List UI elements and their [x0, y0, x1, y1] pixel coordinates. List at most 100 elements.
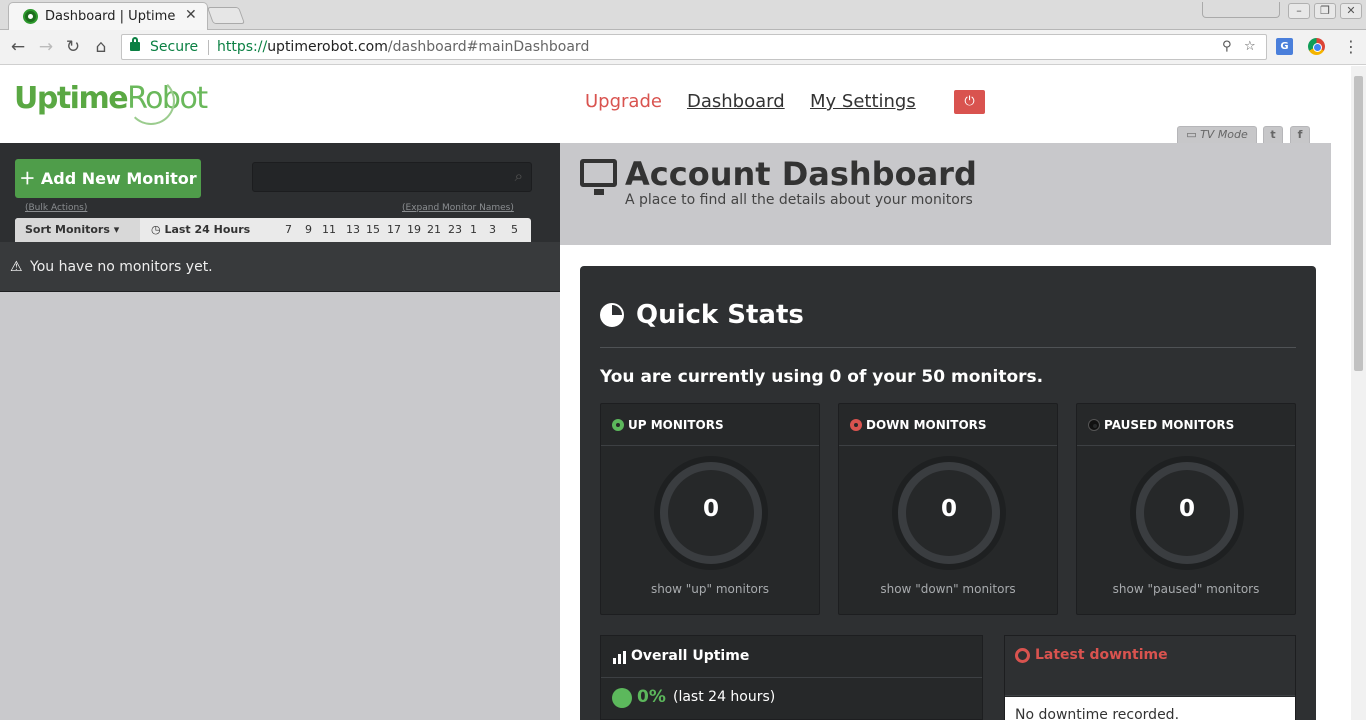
page-title: Account Dashboard	[625, 155, 977, 193]
nav-my-settings[interactable]: My Settings	[810, 91, 916, 112]
usage-text: You are currently using 0 of your 50 mon…	[600, 367, 1044, 387]
latest-downtime-body: No downtime recorded.	[1005, 697, 1295, 720]
up-status-icon	[612, 419, 624, 431]
hour-label: 15	[366, 223, 380, 236]
bookmark-star-icon[interactable]: ☆	[1244, 39, 1256, 54]
time-range-label: ◷ Last 24 Hours	[151, 218, 250, 242]
caret-down-icon: ▾	[113, 223, 120, 236]
pie-chart-icon	[600, 303, 624, 327]
hour-label: 1	[470, 223, 477, 236]
monitor-sidebar: ＋ Add New Monitor ⌕ (Bulk Actions) (Expa…	[0, 143, 560, 720]
facebook-icon: f	[1297, 128, 1303, 141]
translate-extension-icon[interactable]: G	[1276, 38, 1293, 55]
url-text[interactable]: https://uptimerobot.com/dashboard#mainDa…	[217, 39, 589, 55]
down-monitors-card: DOWN MONITORS 0 show "down" monitors	[838, 403, 1058, 615]
hour-label: 17	[387, 223, 401, 236]
scrollbar-thumb[interactable]	[1354, 76, 1363, 371]
new-tab-button[interactable]	[206, 7, 246, 24]
url-host: uptimerobot.com	[267, 39, 388, 55]
show-paused-monitors-link[interactable]: show "paused" monitors	[1077, 582, 1295, 596]
clock-icon: ◷	[151, 223, 165, 236]
profile-area[interactable]	[1202, 2, 1280, 18]
empty-message: You have no monitors yet.	[30, 259, 213, 275]
down-status-icon	[850, 419, 862, 431]
show-up-monitors-link[interactable]: show "up" monitors	[601, 582, 819, 596]
chrome-extension-icon[interactable]	[1308, 38, 1325, 55]
plus-icon: ＋	[19, 169, 41, 188]
facebook-button[interactable]: f	[1290, 126, 1310, 143]
up-monitors-card: UP MONITORS 0 show "up" monitors	[600, 403, 820, 615]
sort-monitors-label: Sort Monitors	[25, 223, 110, 236]
secure-label: Secure	[150, 39, 199, 55]
nav-upgrade[interactable]: Upgrade	[585, 91, 662, 112]
restore-window-icon[interactable]: ❐	[1314, 3, 1336, 19]
bulk-actions-link[interactable]: (Bulk Actions)	[25, 203, 87, 213]
card-header: PAUSED MONITORS	[1077, 404, 1295, 446]
downtime-alert-icon	[1015, 648, 1030, 663]
hour-label: 21	[427, 223, 441, 236]
tv-icon: ▭	[1186, 128, 1201, 141]
sort-bar: Sort Monitors ▾ ◷ Last 24 Hours 7 9 11 1…	[15, 218, 531, 242]
hour-label: 11	[322, 223, 336, 236]
minimize-window-icon[interactable]: –	[1288, 3, 1310, 19]
uptime-period: (last 24 hours)	[673, 689, 776, 705]
hour-label: 19	[407, 223, 421, 236]
show-down-monitors-link[interactable]: show "down" monitors	[839, 582, 1057, 596]
power-icon: ⏻	[964, 94, 975, 109]
uptime-percentage: 0%	[637, 687, 666, 707]
overall-uptime-title: Overall Uptime	[631, 648, 750, 664]
monitor-icon	[580, 159, 617, 195]
quick-stats-panel: Quick Stats You are currently using 0 of…	[580, 266, 1316, 720]
tab-title: Dashboard | Uptime	[45, 9, 176, 24]
paused-count-ring: 0	[1130, 456, 1244, 570]
overall-uptime-box: Overall Uptime 0% (last 24 hours)	[600, 635, 983, 720]
paused-count: 0	[1178, 496, 1195, 522]
divider	[600, 347, 1296, 348]
logout-power-button[interactable]: ⏻	[954, 90, 985, 114]
expand-monitor-names-link[interactable]: (Expand Monitor Names)	[402, 203, 514, 213]
back-arrow-icon[interactable]: ←	[8, 37, 28, 57]
url-separator	[208, 40, 209, 55]
main-content: Account Dashboard A place to find all th…	[560, 66, 1366, 720]
page-scrollbar[interactable]	[1351, 66, 1366, 720]
home-icon[interactable]: ⌂	[91, 37, 111, 57]
sort-monitors-dropdown[interactable]: Sort Monitors ▾	[15, 218, 140, 242]
empty-monitors-notice: ⚠ You have no monitors yet.	[0, 242, 560, 292]
forward-arrow-icon[interactable]: →	[36, 37, 56, 57]
browser-menu-icon[interactable]: ⋮	[1343, 37, 1359, 56]
divider	[601, 677, 982, 678]
up-count: 0	[702, 496, 719, 522]
search-icon: ⌕	[514, 167, 523, 185]
hour-label: 13	[346, 223, 360, 236]
uptime-badge-icon	[614, 690, 630, 706]
logo-uptime: Uptime	[14, 81, 129, 116]
twitter-button[interactable]: t	[1263, 126, 1283, 143]
site-header: UptimeRobot Upgrade Dashboard My Setting…	[0, 66, 1366, 143]
uptimerobot-favicon-icon	[23, 9, 38, 24]
hour-label: 3	[489, 223, 496, 236]
reload-icon[interactable]: ↻	[63, 37, 83, 57]
tv-mode-label: TV Mode	[1200, 128, 1248, 141]
sidebar-toolbar: ＋ Add New Monitor ⌕ (Bulk Actions) (Expa…	[0, 143, 560, 242]
hour-label: 5	[511, 223, 518, 236]
card-header: UP MONITORS	[601, 404, 819, 446]
tab-close-icon[interactable]: ✕	[185, 7, 197, 23]
close-window-icon[interactable]: ✕	[1340, 3, 1362, 19]
uptimerobot-logo[interactable]: UptimeRobot	[14, 81, 208, 116]
browser-toolbar: ← → ↻ ⌂ Secure https://uptimerobot.com/d…	[0, 30, 1366, 65]
add-new-monitor-button[interactable]: ＋ Add New Monitor	[15, 159, 201, 198]
range-text: Last 24 Hours	[164, 223, 251, 236]
tv-mode-button[interactable]: ▭ TV Mode	[1177, 126, 1257, 143]
key-icon[interactable]: ⚲	[1222, 39, 1232, 54]
latest-downtime-title: Latest downtime	[1035, 647, 1168, 663]
latest-downtime-box: Latest downtime No downtime recorded.	[1004, 635, 1296, 720]
browser-tab[interactable]: Dashboard | Uptime ✕	[8, 2, 208, 30]
down-count: 0	[940, 496, 957, 522]
monitor-search-input[interactable]: ⌕	[252, 162, 532, 192]
browser-tabstrip: Dashboard | Uptime ✕ – ❐ ✕	[0, 0, 1366, 30]
page-subtitle: A place to find all the details about yo…	[625, 192, 973, 208]
hour-label: 23	[448, 223, 462, 236]
paused-monitors-card: PAUSED MONITORS 0 show "paused" monitors	[1076, 403, 1296, 615]
address-bar[interactable]: Secure https://uptimerobot.com/dashboard…	[121, 34, 1267, 60]
nav-dashboard[interactable]: Dashboard	[687, 91, 785, 112]
